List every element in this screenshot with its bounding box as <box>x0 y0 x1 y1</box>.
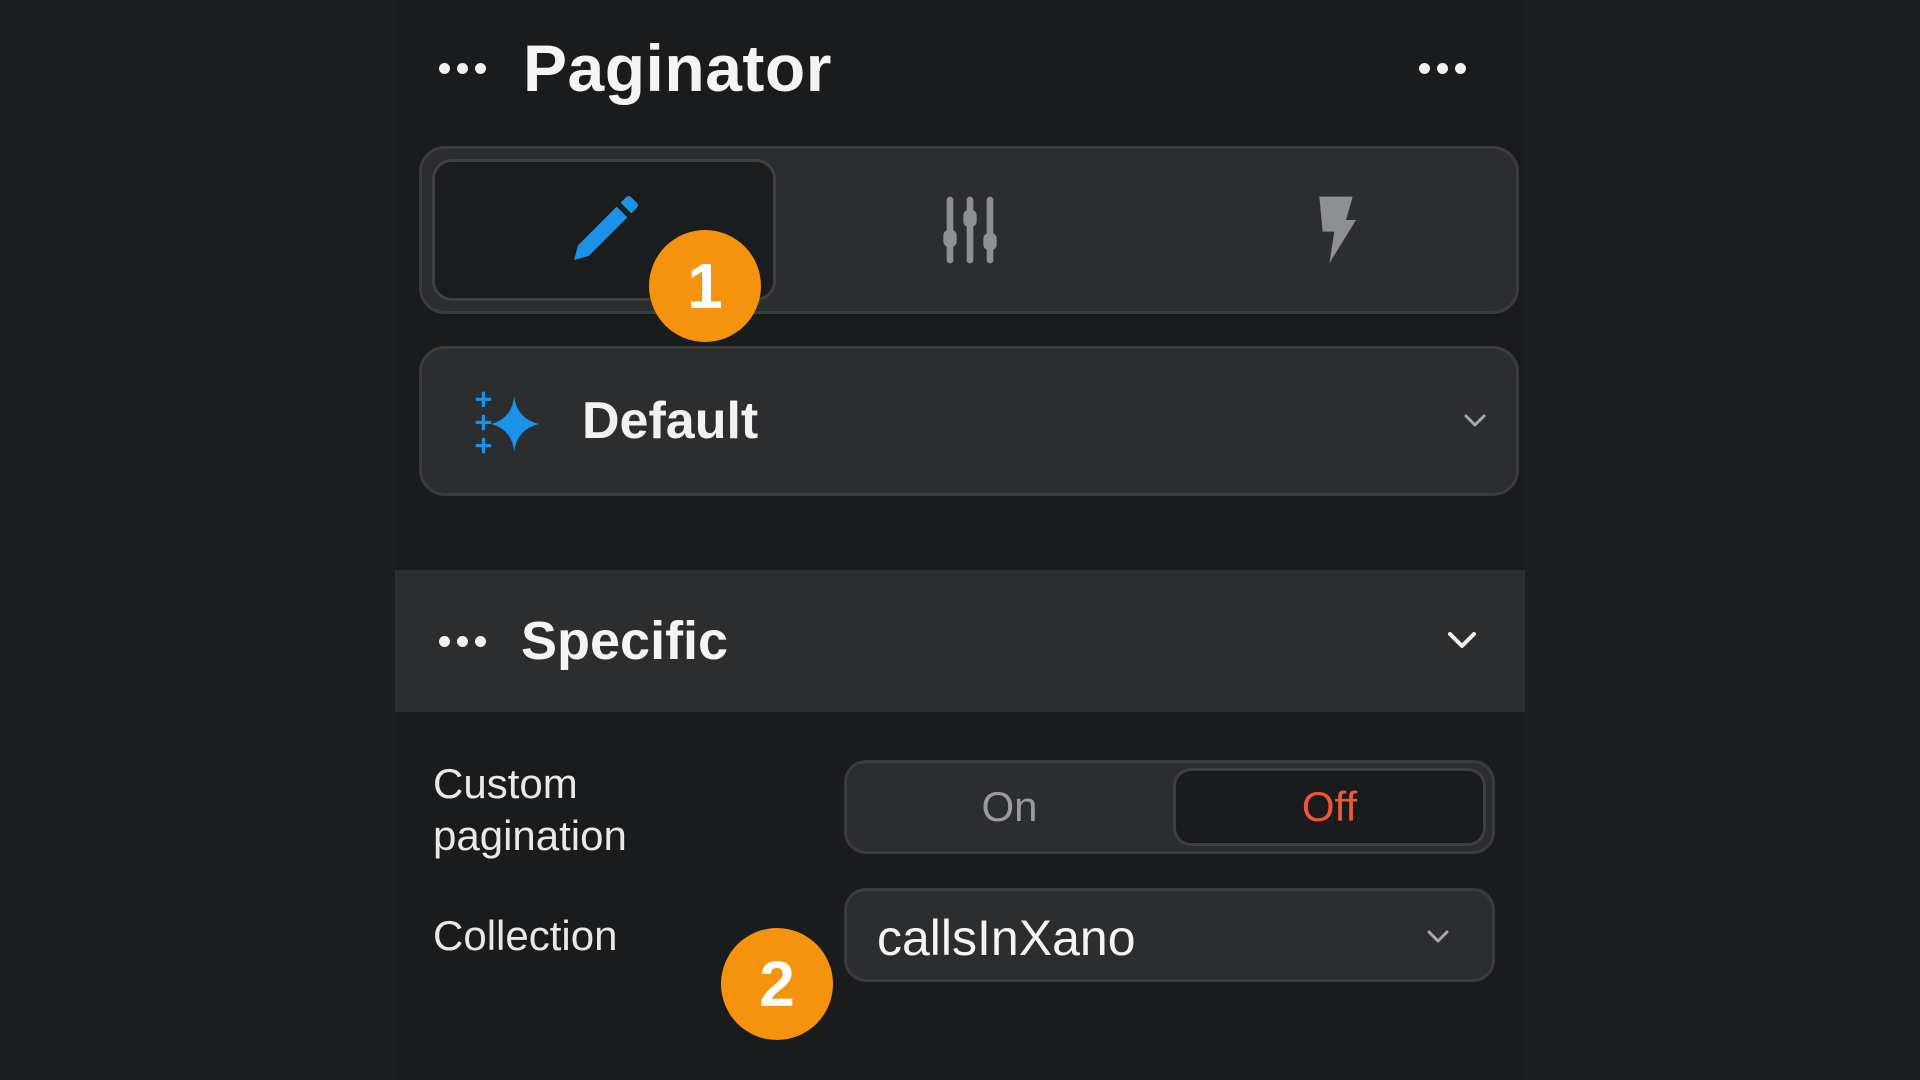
section-title: Specific <box>521 611 729 671</box>
toggle-option-on[interactable]: On <box>853 768 1166 846</box>
chevron-down-icon <box>1464 414 1486 427</box>
panel-header: Paginator <box>395 0 1525 140</box>
collection-label: Collection <box>433 912 618 959</box>
lightning-icon <box>1319 196 1356 264</box>
section-drag-handle-icon[interactable] <box>439 636 486 647</box>
custom-pagination-label-line2: pagination <box>433 812 627 859</box>
chevron-down-icon <box>1427 930 1449 943</box>
chevron-down-icon[interactable] <box>1445 628 1479 654</box>
pencil-icon <box>574 196 638 260</box>
properties-panel: Paginator 1 Default Specific Custom pagi… <box>395 0 1525 1080</box>
custom-pagination-toggle: On Off <box>844 760 1495 854</box>
section-header-specific[interactable]: Specific <box>395 570 1525 712</box>
collection-select[interactable]: callsInXano <box>844 888 1495 982</box>
panel-drag-handle-icon[interactable] <box>439 63 486 74</box>
sparkles-icon <box>475 391 539 454</box>
step-badge-1: 1 <box>649 230 761 342</box>
sliders-icon <box>943 196 997 264</box>
panel-tab-bar <box>419 146 1519 314</box>
custom-pagination-label: Custom pagination <box>433 758 627 862</box>
collection-select-value: callsInXano <box>877 910 1136 966</box>
tab-settings[interactable] <box>798 159 1142 301</box>
toggle-option-off[interactable]: Off <box>1173 768 1486 846</box>
panel-more-options-icon[interactable] <box>1419 63 1466 74</box>
tab-workflows[interactable] <box>1164 159 1508 301</box>
step-badge-2: 2 <box>721 928 833 1040</box>
theme-select[interactable]: Default <box>419 346 1519 496</box>
custom-pagination-label-line1: Custom <box>433 760 578 807</box>
panel-title: Paginator <box>523 31 832 105</box>
theme-select-value: Default <box>582 392 759 450</box>
